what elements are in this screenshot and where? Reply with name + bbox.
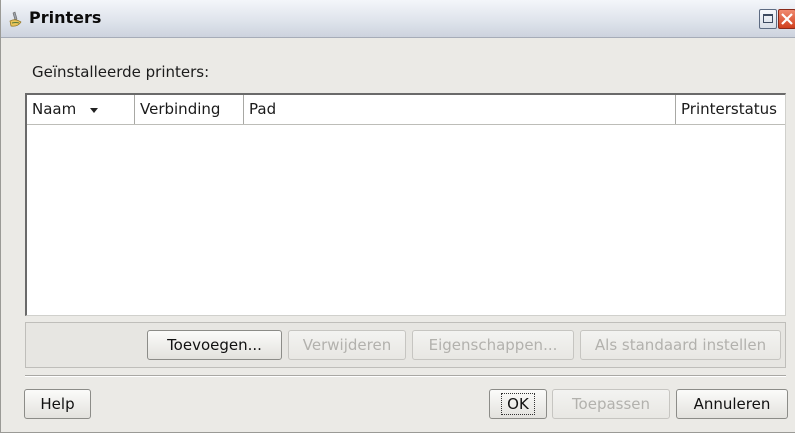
- ok-button[interactable]: OK: [489, 389, 547, 419]
- column-label: Naam: [32, 100, 77, 118]
- list-body[interactable]: [27, 125, 785, 315]
- window-title: Printers: [29, 8, 102, 27]
- apply-button[interactable]: Toepassen: [552, 389, 670, 419]
- printers-dialog: Printers Geïnstalleerde printers: Naam V…: [0, 0, 795, 433]
- close-button[interactable]: [778, 9, 795, 29]
- printer-brush-icon: [9, 11, 22, 27]
- close-icon: [781, 13, 793, 25]
- properties-button[interactable]: Eigenschappen...: [412, 330, 574, 360]
- column-label: Printerstatus: [681, 100, 777, 118]
- title-bar[interactable]: Printers: [1, 0, 795, 38]
- column-header-naam[interactable]: Naam: [27, 95, 135, 124]
- column-header-verbinding[interactable]: Verbinding: [135, 95, 244, 124]
- column-header-pad[interactable]: Pad: [244, 95, 676, 124]
- printer-list[interactable]: Naam Verbinding Pad Printerstatus: [25, 93, 786, 316]
- help-button[interactable]: Help: [24, 389, 91, 419]
- set-default-button[interactable]: Als standaard instellen: [580, 330, 781, 360]
- footer-divider: [25, 375, 786, 377]
- column-label: Pad: [249, 100, 277, 118]
- column-header-printerstatus[interactable]: Printerstatus: [676, 95, 784, 124]
- sort-descending-icon: [90, 108, 98, 113]
- column-label: Verbinding: [140, 100, 221, 118]
- cancel-button[interactable]: Annuleren: [676, 389, 788, 419]
- list-header: Naam Verbinding Pad Printerstatus: [27, 95, 785, 125]
- maximize-button[interactable]: [759, 9, 777, 29]
- remove-printer-button[interactable]: Verwijderen: [288, 330, 406, 360]
- installed-printers-label: Geïnstalleerde printers:: [32, 63, 210, 81]
- printer-actions-group: Toevoegen... Verwijderen Eigenschappen..…: [25, 322, 786, 368]
- add-printer-button[interactable]: Toevoegen...: [147, 330, 282, 360]
